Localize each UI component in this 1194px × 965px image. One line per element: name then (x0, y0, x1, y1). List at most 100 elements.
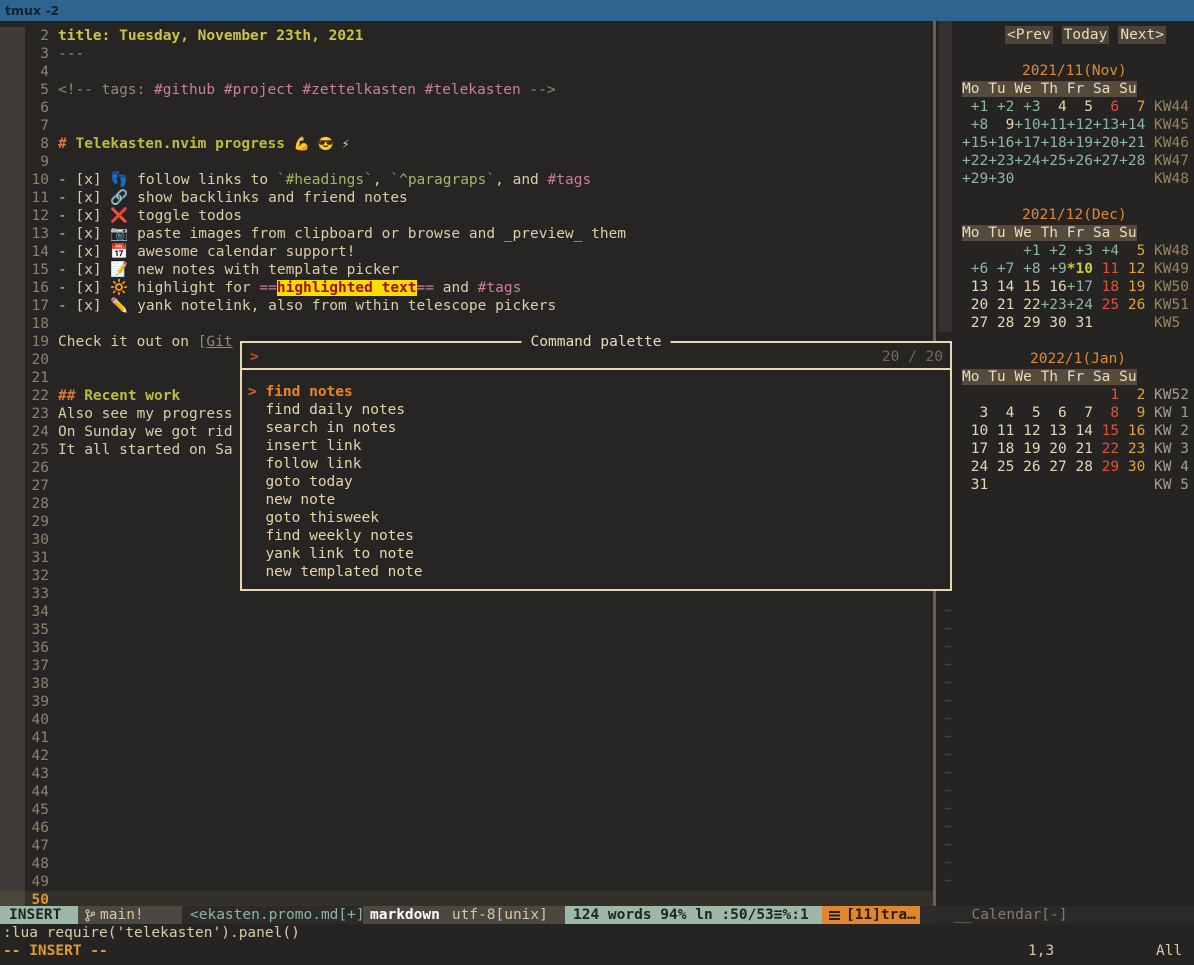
palette-item[interactable]: find weekly notes (242, 527, 950, 545)
calendar-day[interactable]: 16 (1119, 422, 1145, 440)
calendar-day[interactable]: 21 (1067, 440, 1093, 458)
calendar-day[interactable]: 13 (962, 278, 988, 296)
editor-line[interactable]: 3--- (0, 45, 934, 63)
editor-line[interactable]: 49 (0, 873, 934, 891)
calendar-day[interactable]: +22 (962, 152, 988, 170)
calendar-day[interactable]: +19 (1067, 134, 1093, 152)
palette-item[interactable]: >find notes (242, 383, 950, 401)
calendar-day[interactable]: +21 (1119, 134, 1145, 152)
calendar-day[interactable]: 26 (1119, 296, 1145, 314)
calendar-day[interactable]: 5 (1119, 242, 1145, 260)
calendar-day[interactable]: 7 (1067, 404, 1093, 422)
calendar-day[interactable]: +24 (1014, 152, 1040, 170)
calendar-day[interactable]: 5 (1067, 98, 1093, 116)
calendar-day[interactable]: 22 (1014, 296, 1040, 314)
calendar-day[interactable]: 25 (988, 458, 1014, 476)
calendar-day[interactable]: +23 (1041, 296, 1067, 314)
calendar-day[interactable]: 15 (1014, 278, 1040, 296)
calendar-day[interactable]: +6 (962, 260, 988, 278)
calendar-day[interactable]: 16 (1041, 278, 1067, 296)
calendar-day[interactable]: 4 (988, 404, 1014, 422)
editor-line[interactable]: 11- [x] 🔗 show backlinks and friend note… (0, 189, 934, 207)
palette-item[interactable]: find daily notes (242, 401, 950, 419)
calendar-day[interactable]: +24 (1067, 296, 1093, 314)
calendar-day[interactable]: 20 (962, 296, 988, 314)
editor-line[interactable]: 35 (0, 621, 934, 639)
calendar-day[interactable]: +13 (1093, 116, 1119, 134)
calendar-day[interactable]: +25 (1041, 152, 1067, 170)
calendar-day[interactable]: +20 (1093, 134, 1119, 152)
calendar-day[interactable]: 11 (988, 422, 1014, 440)
editor-line[interactable]: 7 (0, 117, 934, 135)
calendar-day[interactable]: 15 (1093, 422, 1119, 440)
calendar-day[interactable]: 31 (1067, 314, 1093, 332)
calendar-day[interactable]: +28 (1119, 152, 1145, 170)
calendar-day[interactable]: 13 (1041, 422, 1067, 440)
calendar-day[interactable]: 30 (1041, 314, 1067, 332)
calendar-day[interactable]: +11 (1041, 116, 1067, 134)
calendar-day[interactable]: 27 (1041, 458, 1067, 476)
calendar-day[interactable]: +10 (1014, 116, 1040, 134)
calendar-day[interactable]: 26 (1014, 458, 1040, 476)
editor-line[interactable]: 36 (0, 639, 934, 657)
editor-line[interactable]: 50 (0, 891, 934, 906)
today-button[interactable]: Today (1062, 26, 1110, 44)
editor-line[interactable]: 39 (0, 693, 934, 711)
calendar-day[interactable]: +7 (988, 260, 1014, 278)
editor-line[interactable]: 47 (0, 837, 934, 855)
calendar-day[interactable]: 20 (1041, 440, 1067, 458)
calendar-day[interactable]: +16 (988, 134, 1014, 152)
next-button[interactable]: Next> (1118, 26, 1166, 44)
palette-item[interactable]: search in notes (242, 419, 950, 437)
command-line[interactable]: :lua require('telekasten').panel() (0, 924, 1194, 942)
calendar-day[interactable]: +30 (988, 170, 1014, 188)
calendar-day[interactable]: 9 (988, 116, 1014, 134)
calendar-day[interactable]: 11 (1093, 260, 1119, 278)
calendar-day[interactable]: +4 (1093, 242, 1119, 260)
calendar-day[interactable]: 28 (1067, 458, 1093, 476)
calendar-day[interactable]: 22 (1093, 440, 1119, 458)
palette-item[interactable]: follow link (242, 455, 950, 473)
editor-line[interactable]: 15- [x] 📝 new notes with template picker (0, 261, 934, 279)
editor-line[interactable]: 46 (0, 819, 934, 837)
calendar-day[interactable]: 6 (1093, 98, 1119, 116)
calendar-day[interactable]: 3 (962, 404, 988, 422)
editor-line[interactable]: 8# Telekasten.nvim progress 💪 😎 ⚡ (0, 135, 934, 153)
calendar-day[interactable]: +17 (1014, 134, 1040, 152)
calendar-day[interactable]: +8 (962, 116, 988, 134)
calendar-day[interactable]: +2 (988, 98, 1014, 116)
editor-line[interactable]: 5<!-- tags: #github #project #zettelkast… (0, 81, 934, 99)
palette-item[interactable]: new note (242, 491, 950, 509)
calendar-day[interactable]: +12 (1067, 116, 1093, 134)
calendar-day[interactable]: +9 (1041, 260, 1067, 278)
prev-button[interactable]: <Prev (1005, 26, 1053, 44)
editor-line[interactable]: 13- [x] 📷 paste images from clipboard or… (0, 225, 934, 243)
editor-line[interactable]: 9 (0, 153, 934, 171)
calendar-day[interactable]: 12 (1119, 260, 1145, 278)
editor-line[interactable]: 12- [x] ❌ toggle todos (0, 207, 934, 225)
palette-item[interactable]: yank link to note (242, 545, 950, 563)
calendar-day[interactable]: 18 (1093, 278, 1119, 296)
palette-item[interactable]: goto thisweek (242, 509, 950, 527)
palette-item[interactable]: new templated note (242, 563, 950, 581)
editor-line[interactable]: 2title: Tuesday, November 23th, 2021 (0, 27, 934, 45)
calendar-day[interactable]: +3 (1067, 242, 1093, 260)
calendar-day[interactable]: 12 (1014, 422, 1040, 440)
calendar-day[interactable]: 5 (1014, 404, 1040, 422)
calendar-day[interactable]: +27 (1093, 152, 1119, 170)
palette-item[interactable]: insert link (242, 437, 950, 455)
calendar-day[interactable]: +14 (1119, 116, 1145, 134)
calendar-day[interactable]: +1 (1014, 242, 1040, 260)
calendar-day[interactable]: +15 (962, 134, 988, 152)
editor-line[interactable]: 37 (0, 657, 934, 675)
calendar-day[interactable]: +1 (962, 98, 988, 116)
calendar-day[interactable]: 24 (962, 458, 988, 476)
editor-line[interactable]: 14- [x] 📅 awesome calendar support! (0, 243, 934, 261)
editor-line[interactable]: 18 (0, 315, 934, 333)
calendar-day[interactable]: +17 (1067, 278, 1093, 296)
editor-line[interactable]: 40 (0, 711, 934, 729)
editor-line[interactable]: 4 (0, 63, 934, 81)
calendar-day[interactable]: 29 (1014, 314, 1040, 332)
calendar-day[interactable]: 1 (1093, 386, 1119, 404)
calendar-day[interactable]: 4 (1041, 98, 1067, 116)
